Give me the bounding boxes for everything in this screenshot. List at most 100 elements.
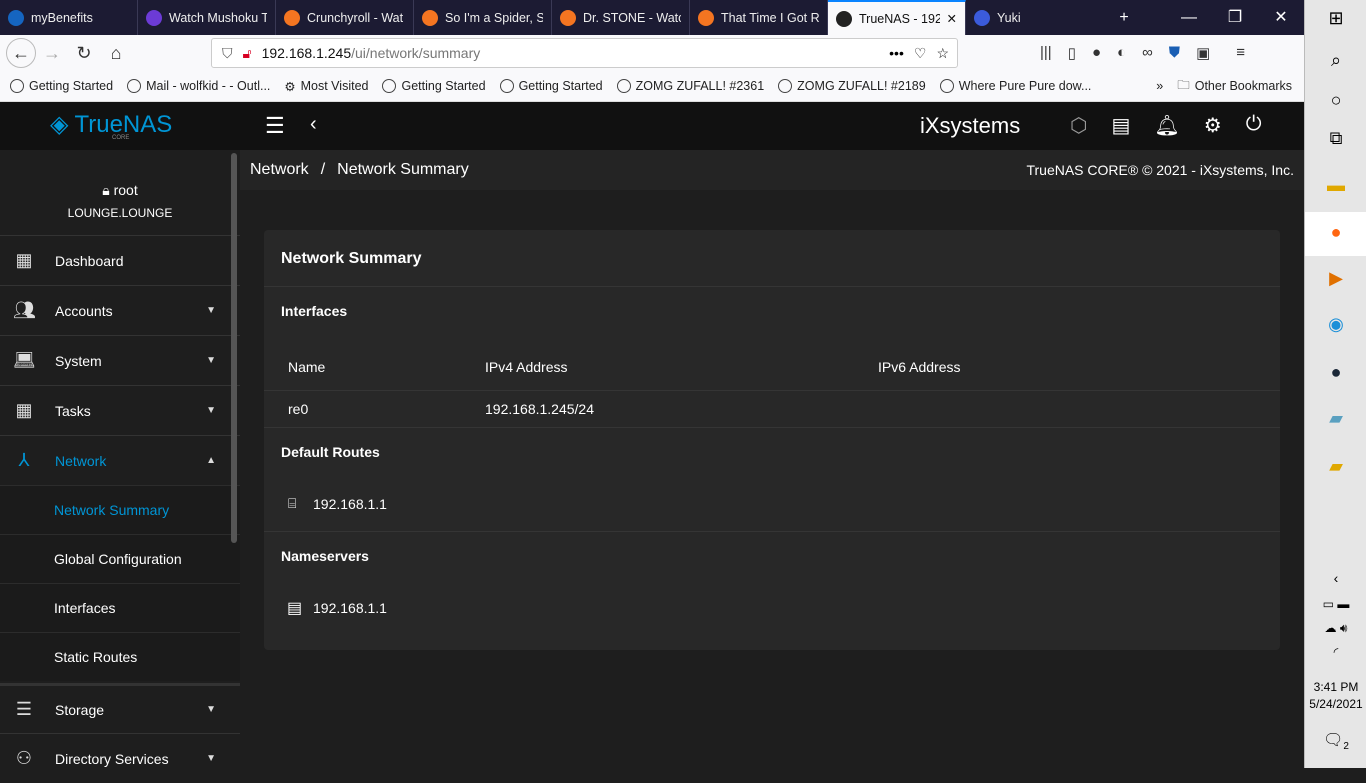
browser-tab[interactable]: Dr. STONE - Watch (552, 0, 690, 35)
home-button[interactable]: ⌂ (100, 43, 132, 64)
ixsystems-logo[interactable]: iXsystems (920, 113, 1020, 139)
sidebar-subitem-static-routes[interactable]: Static Routes (0, 632, 240, 681)
browser-tab[interactable]: Yuki (966, 0, 1104, 35)
settings-gear-icon[interactable]: ⚙ (1204, 113, 1222, 138)
forward-button[interactable]: → (36, 43, 68, 64)
browser-tab[interactable]: That Time I Got Re (690, 0, 828, 35)
bookmark-item[interactable]: ⚙ Most Visited (284, 79, 368, 94)
bookmark-item[interactable]: Where Pure Pure dow... (939, 79, 1091, 94)
windows-start-icon[interactable]: ⊞ (1305, 8, 1366, 29)
sidebar-item-network[interactable]: ⅄ Network ▲ (0, 435, 240, 485)
close-tab-icon[interactable]: ✕ (947, 11, 957, 26)
extension-icon[interactable]: ∞ (1142, 44, 1153, 62)
sidebar-item-tasks[interactable]: ▦ Tasks ▼ (0, 385, 240, 435)
cortana-icon[interactable]: ○ (1305, 90, 1366, 111)
sidebar-subitem-network-summary[interactable]: Network Summary (0, 485, 240, 534)
bookmark-item[interactable]: Getting Started (10, 79, 113, 94)
url-bar[interactable]: ⛉ 🔓︎ 192.168.1.245/ui/network/summary ••… (211, 38, 958, 68)
browser-tab[interactable]: So I'm a Spider, So (414, 0, 552, 35)
reload-button[interactable]: ↻ (68, 43, 100, 64)
bookmark-item[interactable]: Mail - wolfkid - - Outl... (127, 79, 270, 94)
lock-icon: 🔒︎ (102, 182, 110, 198)
browser-tab[interactable]: Watch Mushoku T (138, 0, 276, 35)
bookmark-item[interactable]: ZOMG ZUFALL! #2189 (778, 79, 926, 94)
sidebar-item-accounts[interactable]: 👥︎ Accounts ▼ (0, 285, 240, 335)
browser-tab[interactable]: Crunchyroll - Wat (276, 0, 414, 35)
steam-icon[interactable]: ● (1305, 362, 1366, 383)
globe-icon (10, 79, 24, 93)
user-name: 🔒︎ root (102, 182, 138, 198)
network-summary-card: Network Summary Interfaces Name IPv4 Add… (264, 230, 1280, 650)
interfaces-heading: Interfaces (281, 303, 348, 319)
globe-icon (127, 79, 142, 93)
extension-shield-icon[interactable]: ⛊ (1169, 44, 1180, 62)
collapse-chevron-icon[interactable]: ‹ (310, 113, 317, 136)
laptop-icon: 💻︎ (13, 350, 36, 370)
bookmark-item[interactable]: ZOMG ZUFALL! #2361 (616, 79, 764, 94)
show-hidden-icons[interactable]: ‹ (1305, 570, 1366, 586)
extension-icon[interactable]: ◐ (1117, 44, 1126, 62)
default-routes-heading: Default Routes (281, 444, 380, 460)
power-icon[interactable]: ⏻ (1246, 113, 1262, 138)
sidebar-subitem-interfaces[interactable]: Interfaces (0, 583, 240, 632)
truecommand-icon[interactable]: ⬡ (1070, 113, 1087, 138)
folder-app-icon[interactable]: ▰ (1305, 456, 1366, 477)
firefox-icon[interactable]: ● (1305, 212, 1366, 256)
column-header-name: Name (288, 359, 326, 375)
clock-date[interactable]: 5/24/2021 (1305, 697, 1366, 711)
minimize-button[interactable]: — (1166, 0, 1212, 35)
clock-time[interactable]: 3:41 PM (1305, 680, 1366, 694)
onedrive-volume-icons[interactable]: ☁ 🔊︎ (1305, 621, 1366, 636)
back-button[interactable]: ← (6, 38, 36, 68)
notifications-bell-icon[interactable]: 🔔︎ (1154, 113, 1179, 138)
network-icon: ⅄ (18, 450, 30, 470)
menu-icon[interactable]: ≡ (1236, 44, 1245, 62)
edge-icon[interactable]: ◉ (1305, 314, 1366, 335)
sidebar-item-system[interactable]: 💻︎ System ▼ (0, 335, 240, 385)
browser-tab[interactable]: myBenefits (0, 0, 138, 35)
bookmark-item[interactable]: Getting Started (382, 79, 486, 94)
default-route: 192.168.1.1 (313, 496, 387, 512)
bookmark-star-icon[interactable]: ☆ (936, 45, 949, 62)
file-explorer-icon[interactable]: ▬ (1305, 175, 1366, 196)
globe-icon (499, 79, 514, 93)
column-header-ipv6: IPv6 Address (878, 359, 961, 375)
account-icon[interactable]: ● (1092, 44, 1101, 62)
breadcrumb-network-link[interactable]: Network (250, 161, 309, 179)
extension-icon[interactable]: ▣ (1196, 44, 1210, 62)
tray-icons[interactable]: ▭ ▬ (1305, 597, 1366, 611)
sidebar-scrollbar[interactable] (231, 153, 237, 543)
app-topbar: ◈ TrueNAS CORE ☰ ‹ iXsystems ⬡ ▤ 🔔︎ ⚙ ⏻ (0, 102, 1304, 150)
globe-icon (382, 79, 397, 93)
caret-up-icon: ▲ (206, 455, 216, 466)
task-view-icon[interactable]: ⧉ (1305, 128, 1366, 149)
interface-name: re0 (288, 401, 309, 417)
more-bookmarks-icon[interactable]: » (1156, 79, 1163, 93)
pocket-icon[interactable]: ♡ (914, 45, 927, 62)
bookmarks-bar: Getting Started Mail - wolfkid - - Outl..… (0, 71, 1304, 102)
truenas-icon (836, 10, 852, 27)
menu-toggle-icon[interactable]: ☰ (265, 113, 285, 139)
card-title: Network Summary (281, 250, 422, 267)
sidebar-item-directory-services[interactable]: ⚇ Directory Services ▼ (0, 733, 240, 783)
app-icon[interactable]: ▰ (1305, 408, 1366, 429)
media-player-icon[interactable]: ▶ (1305, 268, 1366, 289)
sidebar-icon[interactable]: ▯ (1068, 44, 1076, 62)
action-center-icon[interactable]: 🗨︎2 (1305, 730, 1366, 752)
page-actions-icon[interactable]: ••• (889, 45, 904, 61)
sidebar-item-dashboard[interactable]: ▦ Dashboard (0, 235, 240, 285)
maximize-button[interactable]: ❐ (1212, 0, 1258, 35)
task-manager-icon[interactable]: ▤ (1111, 113, 1130, 138)
browser-tab[interactable]: TrueNAS - 192. ✕ (828, 0, 966, 35)
new-tab-button[interactable]: + (1104, 0, 1144, 35)
search-icon[interactable]: ⌕ (1305, 50, 1366, 71)
other-bookmarks[interactable]: 🗀 Other Bookmarks (1177, 76, 1292, 97)
library-icon[interactable]: ||| (1040, 44, 1052, 62)
sidebar-item-storage[interactable]: ☰ Storage ▼ (0, 683, 240, 733)
sidebar-subitem-global-configuration[interactable]: Global Configuration (0, 534, 240, 583)
wifi-icon[interactable]: ◜ (1305, 645, 1366, 659)
close-window-button[interactable]: ✕ (1258, 0, 1304, 35)
bookmark-item[interactable]: Getting Started (499, 79, 603, 94)
shield-icon: ⛉ (222, 44, 233, 61)
navigation-bar: ← → ↻ ⌂ ⛉ 🔓︎ 192.168.1.245/ui/network/su… (0, 35, 1304, 71)
